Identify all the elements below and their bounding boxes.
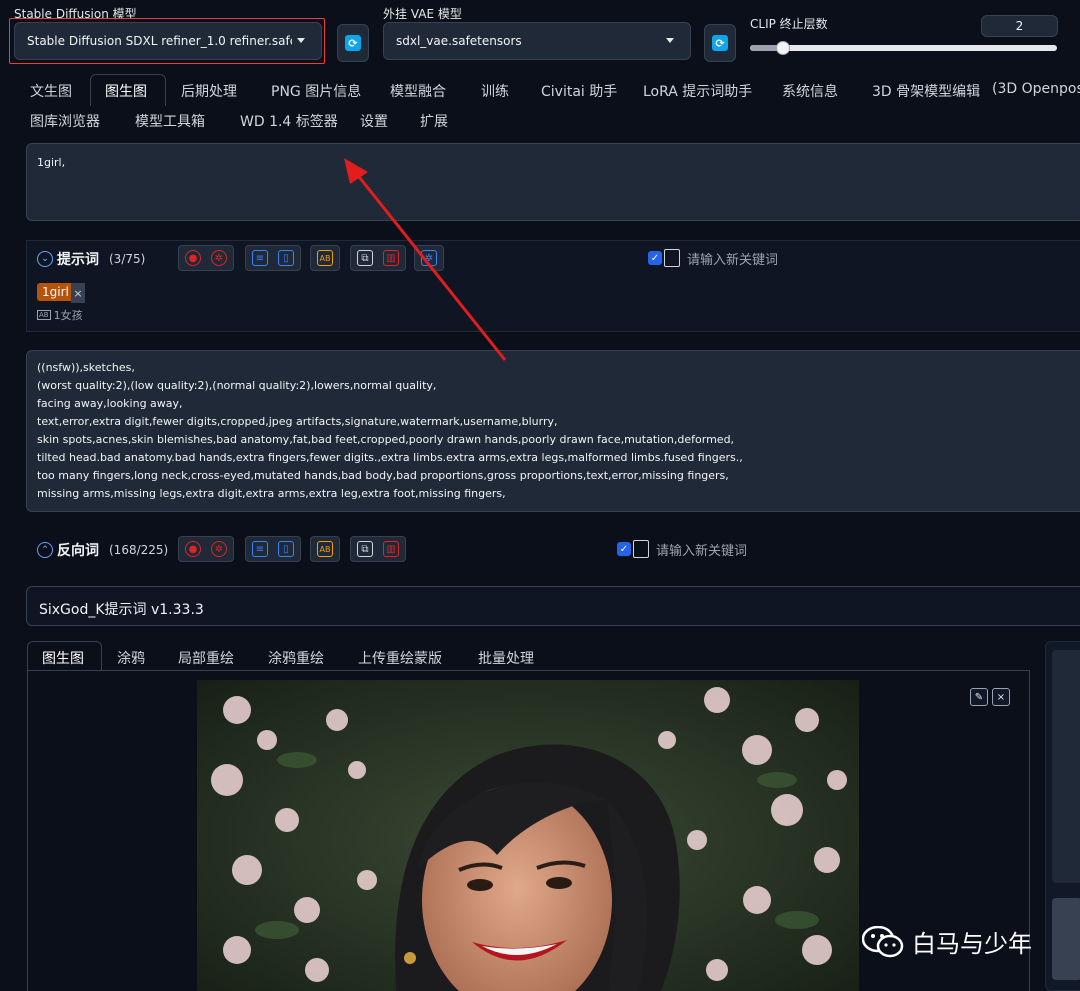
tab-row1-4[interactable]: 模型融合: [390, 81, 446, 101]
negative-keyword-checkbox[interactable]: ✓: [617, 542, 631, 556]
negative-line: too many fingers,long neck,cross-eyed,mu…: [37, 469, 729, 482]
tab-row1-1[interactable]: 图生图: [105, 81, 147, 101]
negative-section-title: ⌃ 反向词 (168/225): [37, 540, 168, 560]
prompt-text: 1girl,: [37, 156, 66, 169]
vae-refresh-button[interactable]: ⟳: [704, 24, 736, 62]
globe-icon[interactable]: ●: [185, 250, 201, 266]
tab-row2-3[interactable]: 设置: [360, 111, 388, 131]
translate-icon[interactable]: AB: [317, 541, 333, 557]
text-cursor-icon: [633, 540, 649, 558]
vae-value: sdxl_vae.safetensors: [396, 34, 522, 48]
bookmark-icon[interactable]: ▯: [278, 250, 294, 266]
tab-row1-10[interactable]: (3D Openpose: [992, 81, 1080, 97]
negative-line: skin spots,acnes,skin blemishes,bad anat…: [37, 433, 735, 446]
negative-line: missing arms,missing legs,extra digit,ex…: [37, 487, 506, 500]
bookmark-icon[interactable]: ▯: [278, 541, 294, 557]
negative-text: ((nsfw)),sketches, (worst quality:2),(low…: [37, 359, 1075, 503]
negative-textarea[interactable]: ((nsfw)),sketches, (worst quality:2),(low…: [26, 350, 1080, 512]
prompt-group-red: ● ✲: [178, 245, 234, 271]
img-tab-1[interactable]: 涂鸦: [117, 648, 145, 668]
tab-row1-8[interactable]: 系统信息: [782, 81, 838, 101]
refresh-icon: ⟳: [712, 35, 728, 51]
negative-title: 反向词: [57, 543, 99, 559]
tab-row1-2[interactable]: 后期处理: [181, 81, 237, 101]
sixgod-extension-panel[interactable]: SixGod_K提示词 v1.33.3: [26, 586, 1080, 626]
tab-row1-7[interactable]: LoRA 提示词助手: [643, 81, 752, 101]
chevron-up-icon[interactable]: ⌃: [37, 542, 53, 558]
tab-row2-2[interactable]: WD 1.4 标签器: [240, 111, 338, 131]
negative-keyword-input[interactable]: 请输入新关键词: [656, 540, 747, 559]
prompt-textarea[interactable]: 1girl,: [26, 143, 1080, 221]
copy-icon[interactable]: ⧉: [357, 541, 373, 557]
img-tab-5[interactable]: 批量处理: [478, 648, 534, 668]
tab-row1-5[interactable]: 训练: [481, 81, 509, 101]
tag-translation: AB 1女孩: [37, 307, 83, 323]
negative-count: (168/225): [109, 543, 169, 557]
negative-group-red: ● ✲: [178, 536, 234, 562]
gear-icon[interactable]: ✲: [211, 541, 227, 557]
negative-line: text,error,extra digit,fewer digits,crop…: [37, 415, 558, 428]
watermark-text: 白马与少年: [912, 930, 1032, 958]
wechat-watermark: 白马与少年: [861, 924, 1032, 959]
negative-line: tilted head.bad anatomy.bad hands,extra …: [37, 451, 743, 464]
chevron-down-icon[interactable]: ⌄: [37, 251, 53, 267]
clip-value-input[interactable]: 2: [981, 15, 1058, 37]
prompt-group-blue: ≡ ▯: [245, 245, 301, 271]
clip-slider-track[interactable]: [750, 45, 1057, 51]
tab-row1-0[interactable]: 文生图: [30, 81, 72, 101]
tab-row1-6[interactable]: Civitai 助手: [541, 81, 617, 101]
tab-row2-4[interactable]: 扩展: [420, 111, 448, 131]
img-tab-3[interactable]: 涂鸦重绘: [268, 648, 324, 668]
tab-row2-0[interactable]: 图库浏览器: [30, 111, 100, 131]
model-highlight-box: [9, 18, 325, 64]
annotation-arrow: [344, 158, 507, 361]
input-image[interactable]: [197, 680, 859, 991]
edit-image-icon[interactable]: ✎: [970, 688, 988, 706]
tab-row1-9[interactable]: 3D 骨架模型编辑: [872, 81, 980, 101]
tag-translation-text: 1女孩: [53, 309, 83, 322]
negative-group-orange: AB: [310, 536, 340, 562]
negative-line: ((nsfw)),sketches,: [37, 361, 135, 374]
prompt-tag[interactable]: 1girl: [37, 283, 74, 301]
caret-down-icon: [666, 38, 674, 43]
history-icon[interactable]: ≡: [252, 541, 268, 557]
negative-group-blue: ≡ ▯: [245, 536, 301, 562]
negative-line: (worst quality:2),(low quality:2),(norma…: [37, 379, 437, 392]
gear-icon[interactable]: ✲: [211, 250, 227, 266]
wechat-icon: [861, 925, 904, 958]
globe-icon[interactable]: ●: [185, 541, 201, 557]
portrait-image-icon: [197, 680, 859, 991]
text-cursor-icon: [664, 249, 680, 267]
prompt-keyword-input[interactable]: 请输入新关键词: [687, 249, 778, 268]
prompt-section-title: ⌄ 提示词 (3/75): [37, 249, 145, 269]
close-image-icon[interactable]: ×: [992, 688, 1010, 706]
img-tab-4[interactable]: 上传重绘蒙版: [358, 648, 442, 668]
tab-row2-1[interactable]: 模型工具箱: [135, 111, 205, 131]
vae-select[interactable]: sdxl_vae.safetensors: [383, 22, 691, 60]
vae-label: 外挂 VAE 模型: [383, 7, 462, 21]
prompt-title: 提示词: [57, 252, 99, 268]
img-tab-0[interactable]: 图生图: [42, 648, 84, 668]
negative-line: facing away,looking away,: [37, 397, 183, 410]
model-refresh-button[interactable]: ⟳: [337, 24, 369, 62]
right-panel-inner: [1052, 650, 1080, 883]
prompt-count: (3/75): [109, 252, 146, 266]
history-icon[interactable]: ≡: [252, 250, 268, 266]
translate-icon: AB: [37, 310, 51, 320]
img-tab-2[interactable]: 局部重绘: [178, 648, 234, 668]
trash-icon[interactable]: ▥: [383, 541, 399, 557]
sixgod-extension-title: SixGod_K提示词 v1.33.3: [39, 602, 204, 618]
clip-slider-thumb[interactable]: [776, 41, 790, 55]
right-panel-button[interactable]: [1052, 898, 1080, 980]
tag-close-icon[interactable]: ×: [71, 283, 85, 303]
negative-group-copy: ⧉ ▥: [350, 536, 406, 562]
prompt-keyword-checkbox[interactable]: ✓: [648, 251, 662, 265]
refresh-icon: ⟳: [345, 35, 361, 51]
clip-label: CLIP 终止层数: [750, 17, 828, 31]
tab-row1-3[interactable]: PNG 图片信息: [271, 81, 361, 101]
